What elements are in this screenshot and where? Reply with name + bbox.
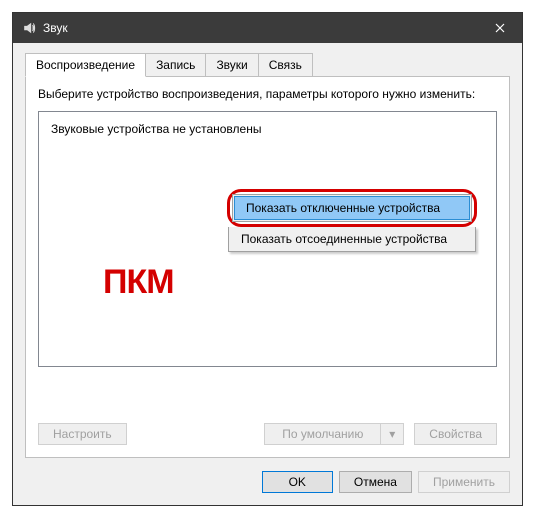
- tab-recording[interactable]: Запись: [145, 53, 206, 77]
- sound-dialog-window: Звук Воспроизведение Запись Звуки Связь …: [12, 12, 523, 506]
- panel-button-row: Настроить По умолчанию ▾ Свойства: [38, 423, 497, 445]
- annotation-pkm: ПКМ: [103, 263, 174, 302]
- window-title: Звук: [43, 21, 68, 35]
- set-default-button: По умолчанию ▾: [264, 423, 404, 445]
- chevron-down-icon: ▾: [381, 425, 403, 443]
- instruction-text: Выберите устройство воспроизведения, пар…: [38, 87, 497, 103]
- close-icon: [495, 23, 505, 33]
- properties-button: Свойства: [414, 423, 497, 445]
- tab-sounds[interactable]: Звуки: [205, 53, 258, 77]
- context-menu-tail: Показать отсоединенные устройства: [228, 227, 476, 252]
- apply-button: Применить: [418, 471, 510, 493]
- sound-icon: [21, 20, 37, 36]
- tab-communications[interactable]: Связь: [258, 53, 313, 77]
- dialog-button-row: OK Отмена Применить: [262, 471, 510, 493]
- configure-button: Настроить: [38, 423, 127, 445]
- tab-strip: Воспроизведение Запись Звуки Связь: [25, 53, 510, 77]
- titlebar[interactable]: Звук: [13, 13, 522, 43]
- ok-button[interactable]: OK: [262, 471, 333, 493]
- context-menu-highlight-annotation: Показать отключенные устройства: [227, 189, 477, 227]
- no-devices-text: Звуковые устройства не установлены: [51, 122, 261, 136]
- menu-item-show-disabled[interactable]: Показать отключенные устройства: [234, 196, 470, 220]
- set-default-label: По умолчанию: [265, 424, 381, 444]
- client-area: Воспроизведение Запись Звуки Связь Выбер…: [13, 43, 522, 505]
- playback-panel: Выберите устройство воспроизведения, пар…: [25, 76, 510, 458]
- context-menu: Показать отключенные устройства: [232, 194, 472, 222]
- tab-playback[interactable]: Воспроизведение: [25, 53, 146, 77]
- close-button[interactable]: [477, 13, 522, 43]
- menu-item-show-disconnected[interactable]: Показать отсоединенные устройства: [229, 227, 475, 251]
- cancel-button[interactable]: Отмена: [339, 471, 412, 493]
